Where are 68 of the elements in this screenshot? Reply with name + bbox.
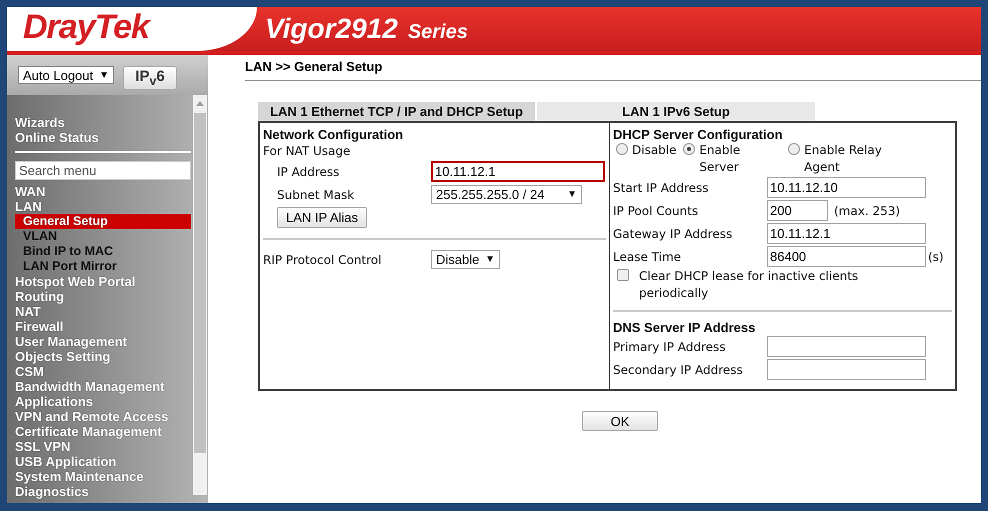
auto-logout-select[interactable]: Auto Logout ▼ (18, 66, 114, 84)
lan-ip-alias-button[interactable]: LAN IP Alias (277, 207, 368, 228)
brand-logo: DrayTek (23, 7, 155, 47)
tab[interactable]: LAN 1 IPv6 Setup (537, 102, 815, 121)
menu-item[interactable]: LAN (15, 199, 191, 214)
search-field[interactable]: Search menu (15, 161, 191, 180)
menu-item[interactable]: NAT (15, 304, 191, 319)
menu-item[interactable]: SSL VPN (15, 439, 191, 454)
checkbox-label: Clear DHCP lease for inactive clients periodically (639, 268, 860, 302)
unit-label: (max. 253) (834, 204, 900, 218)
unit-label: (s) (928, 250, 944, 264)
field-label: Primary IP Address (613, 340, 727, 354)
menu-item[interactable]: Bandwidth Management (15, 379, 191, 394)
text-input[interactable]: 10.11.12.10 (767, 177, 926, 198)
text-input[interactable] (767, 336, 926, 357)
breadcrumb: LAN >> General Setup (245, 55, 981, 81)
radio-button[interactable] (683, 143, 696, 155)
scrollbar[interactable] (193, 95, 207, 495)
series-label: Series (408, 21, 468, 44)
radio-label: Disable (632, 142, 677, 159)
menu-item[interactable]: VPN and Remote Access (15, 409, 191, 424)
model-name: Vigor2912 (265, 13, 398, 45)
tab[interactable]: LAN 1 Ethernet TCP / IP and DHCP Setup (258, 102, 535, 121)
section-title: Network Configuration (263, 127, 404, 142)
scroll-up-icon[interactable] (196, 101, 204, 106)
field-label: For NAT Usage (263, 144, 350, 158)
menu-item[interactable]: Bind IP to MAC (15, 244, 191, 259)
rip-protocol-select[interactable]: Disable ▼ (431, 250, 500, 269)
menu-item[interactable]: LAN Port Mirror (15, 259, 191, 274)
subnet-mask-select[interactable]: 255.255.255.0 / 24 ▼ (431, 185, 582, 204)
field-label: Gateway IP Address (613, 226, 734, 240)
menu-item[interactable]: CSM (15, 364, 191, 379)
checkbox[interactable] (617, 269, 629, 281)
menu-item[interactable]: Diagnostics (15, 484, 191, 499)
radio-label: Enable Server (699, 142, 742, 176)
radio-label: Enable Relay Agent (804, 142, 883, 176)
menu-item[interactable]: WAN (15, 184, 191, 199)
field-label: IP Pool Counts (613, 204, 700, 218)
field-label: Start IP Address (613, 180, 710, 194)
menu-item[interactable]: Wizards (15, 115, 191, 130)
menu-item[interactable]: USB Application (15, 454, 191, 469)
radio-button[interactable] (788, 143, 800, 155)
field-label: Secondary IP Address (613, 362, 744, 376)
text-input[interactable] (767, 359, 926, 380)
text-input[interactable]: 86400 (767, 246, 926, 267)
menu-item[interactable]: Online Status (15, 130, 191, 145)
radio-button[interactable] (616, 143, 628, 155)
section-title: DHCP Server Configuration (613, 127, 784, 142)
section-title: DNS Server IP Address (613, 320, 756, 335)
text-input[interactable]: 10.11.12.1 (767, 223, 926, 244)
field-label: RIP Protocol Control (263, 252, 382, 266)
field-label: Lease Time (613, 250, 682, 264)
menu-item[interactable]: Routing (15, 289, 191, 304)
ipv6-button[interactable]: IP$_{v}$6 (123, 66, 178, 90)
menu-item[interactable]: General Setup (15, 214, 191, 229)
menu-item[interactable]: Hotspot Web Portal (15, 274, 191, 289)
menu-item[interactable]: Firewall (15, 319, 191, 334)
menu-item[interactable]: Applications (15, 394, 191, 409)
text-input[interactable]: 200 (767, 200, 828, 221)
menu-item[interactable]: User Management (15, 334, 191, 349)
menu-item[interactable]: System Maintenance (15, 469, 191, 484)
field-label: Subnet Mask (277, 188, 356, 202)
menu-item[interactable]: Objects Setting (15, 349, 191, 364)
menu-item[interactable]: Certificate Management (15, 424, 191, 439)
menu-item[interactable]: VLAN (15, 229, 191, 244)
field-label: IP Address (277, 164, 340, 178)
ok-button[interactable]: OK (582, 411, 658, 431)
ip-address-input[interactable]: 10.11.12.1 (431, 161, 605, 182)
